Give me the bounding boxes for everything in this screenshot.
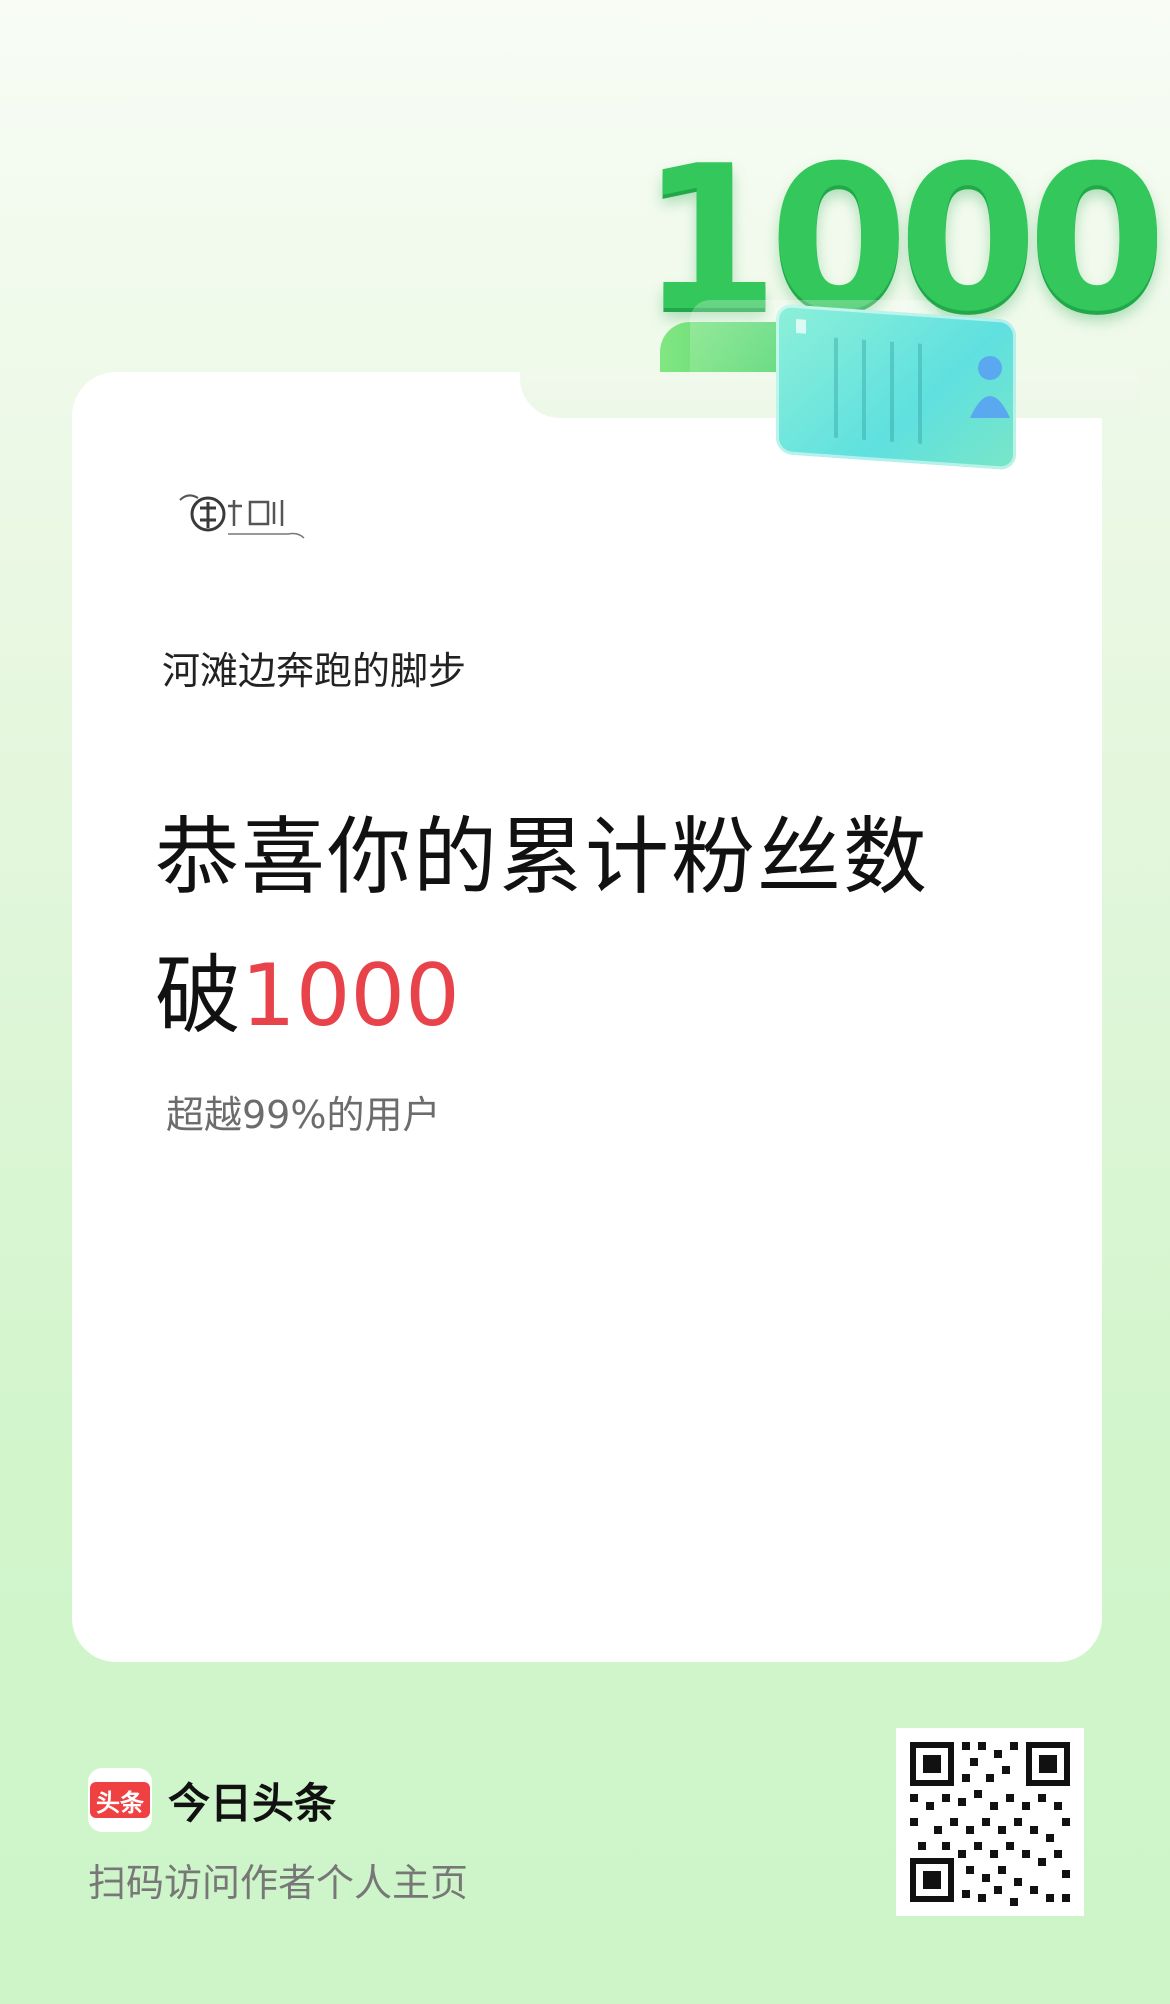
- headline-prefix: 破: [155, 946, 241, 1046]
- scan-instruction: 扫码访问作者个人主页: [88, 1861, 469, 1905]
- brand-badge-text: 头条: [90, 1782, 150, 1818]
- qr-code-icon: [896, 1728, 1084, 1916]
- brand-row: 头条 今日头条: [88, 1768, 336, 1832]
- headline: 恭喜你的累计粉丝数: [155, 808, 930, 906]
- user-icon: [970, 356, 1010, 418]
- account-name: 河滩边奔跑的脚步: [162, 649, 467, 693]
- qr-code[interactable]: [896, 1728, 1084, 1916]
- rank-text: 超越99%的用户: [166, 1093, 441, 1137]
- brand-name: 今日头条: [168, 1778, 337, 1828]
- follower-count: 1000: [241, 946, 460, 1046]
- headline-line2: 破1000: [155, 925, 460, 1050]
- brand-logo: [179, 494, 305, 539]
- toutiao-logo-icon: 头条: [88, 1768, 152, 1832]
